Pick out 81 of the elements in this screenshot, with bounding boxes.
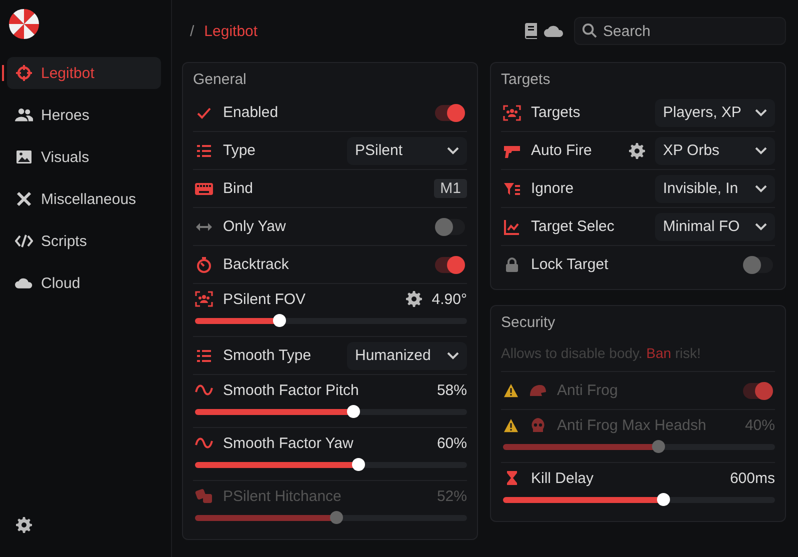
slider-thumb[interactable] (273, 314, 286, 327)
settings-icon[interactable] (16, 517, 32, 533)
chart-icon (503, 218, 521, 234)
setting-label: Smooth Factor Yaw (223, 434, 354, 452)
slider-value: 58% (436, 382, 467, 398)
panel-title: Security (501, 314, 556, 331)
crowd-icon (195, 291, 213, 307)
dropdown[interactable]: Players, XP (655, 98, 775, 126)
keyboard-icon (195, 180, 213, 196)
slider-value: 52% (436, 488, 467, 504)
lock-icon (503, 256, 521, 272)
setting-label: Kill Delay (531, 470, 594, 486)
setting-label: Target Selec (531, 218, 614, 235)
setting-label: Auto Fire (531, 142, 592, 159)
wave-icon (195, 382, 213, 398)
setting-label: PSilent Hitchance (223, 488, 342, 504)
settings-icon[interactable] (406, 291, 422, 307)
slider-thumb[interactable] (352, 458, 366, 471)
search-icon (582, 23, 597, 38)
chevron-icon (447, 352, 459, 360)
image-icon (15, 149, 33, 165)
filter-icon (503, 180, 521, 196)
sidebar-item[interactable]: Visuals (7, 141, 161, 173)
sidebar-item[interactable]: Cloud (7, 267, 161, 299)
toggle-switch[interactable] (435, 256, 465, 272)
dropdown[interactable]: Minimal FO (655, 212, 775, 240)
panel-title: Targets (501, 71, 552, 88)
sidebar-item[interactable]: Heroes (7, 99, 161, 131)
setting-label: Smooth Type (223, 347, 312, 364)
list-icon (195, 142, 213, 158)
toggle-switch[interactable] (435, 218, 465, 234)
settings-icon[interactable] (629, 142, 645, 158)
setting-label: Smooth Factor Pitch (223, 382, 359, 398)
umbrella-logo (8, 8, 40, 40)
tools-icon (15, 191, 33, 207)
setting-label: Type (223, 142, 256, 159)
users-icon (15, 107, 33, 123)
dropdown[interactable]: Invisible, In (655, 174, 775, 202)
breadcrumb-separator: / (190, 22, 194, 40)
search-field[interactable]: Search (574, 17, 786, 45)
slider-value: 60% (436, 434, 467, 452)
setting-label: Lock Target (531, 256, 608, 273)
setting-label: Anti Frog Max Headsh (557, 416, 706, 434)
setting-label: Backtrack (223, 256, 289, 273)
slider-thumb[interactable] (657, 493, 670, 506)
wave-icon (195, 435, 213, 451)
panel-title: General (193, 71, 248, 88)
chevron-icon (755, 108, 767, 116)
setting-label: Ignore (531, 180, 574, 197)
setting-label: Only Yaw (223, 218, 286, 235)
setting-label: Enabled (223, 104, 278, 121)
dice-icon (195, 488, 213, 504)
code-icon (15, 233, 33, 249)
dropdown[interactable]: Humanized (347, 342, 467, 370)
sidebar-item[interactable]: Miscellaneous (7, 183, 161, 215)
cloud-icon[interactable] (544, 24, 564, 38)
setting-label: PSilent FOV (223, 290, 306, 308)
setting-label: Anti Frog (557, 382, 618, 399)
timer-icon (195, 256, 213, 272)
skull-icon (529, 417, 547, 433)
key-bind[interactable]: M1 (434, 179, 467, 198)
toggle-switch[interactable] (743, 256, 773, 272)
dropdown[interactable]: PSilent (347, 136, 467, 164)
setting-label: Targets (531, 104, 580, 121)
breadcrumb[interactable]: Legitbot (204, 22, 258, 40)
crowd-icon (503, 104, 521, 120)
setting-label: Bind (223, 180, 254, 197)
slider-value: 600ms (730, 470, 775, 486)
chevron-icon (755, 222, 767, 230)
crosshair-icon (15, 65, 33, 81)
book-icon[interactable] (524, 23, 538, 39)
slider-value: 40% (744, 416, 775, 434)
chevron-icon (755, 184, 767, 192)
chevron-icon (447, 146, 459, 154)
list-icon (195, 348, 213, 364)
dropdown[interactable]: XP Orbs (655, 136, 775, 164)
toggle-switch[interactable] (435, 104, 465, 120)
chevron-icon (755, 146, 767, 154)
slider-thumb[interactable] (346, 405, 360, 418)
sidebar-item[interactable]: Scripts (7, 225, 161, 257)
slider-value: 4.90° (432, 290, 467, 308)
